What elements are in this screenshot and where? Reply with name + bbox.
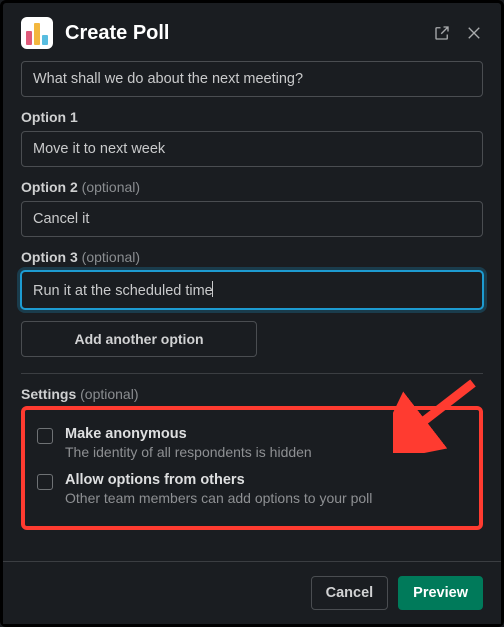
option-label: Option 3 (optional) [21,249,483,265]
option-field: Option 2 (optional) Cancel it [21,179,483,237]
option-label: Option 1 [21,109,483,125]
add-option-button[interactable]: Add another option [21,321,257,357]
open-external-icon[interactable] [433,24,451,42]
dialog-header: Create Poll [3,3,501,61]
close-icon[interactable] [465,24,483,42]
option-input[interactable]: Run it at the scheduled time [21,271,483,309]
setting-title: Make anonymous [65,426,312,442]
option-field: Option 3 (optional) Run it at the schedul… [21,249,483,309]
setting-desc: Other team members can add options to yo… [65,490,372,506]
setting-desc: The identity of all respondents is hidde… [65,444,312,460]
option-label: Option 2 (optional) [21,179,483,195]
question-field: What shall we do about the next meeting? [21,61,483,97]
dialog-footer: Cancel Preview [3,561,501,624]
question-input[interactable]: What shall we do about the next meeting? [21,61,483,97]
setting-checkbox[interactable] [37,474,53,490]
settings-label: Settings (optional) [21,386,483,402]
setting-row: Make anonymous The identity of all respon… [37,420,467,466]
setting-row: Allow options from others Other team memb… [37,466,467,512]
setting-checkbox[interactable] [37,428,53,444]
cancel-button[interactable]: Cancel [311,576,389,610]
settings-highlight-box: Make anonymous The identity of all respon… [21,406,483,530]
dialog-title: Create Poll [65,22,433,45]
poll-app-icon [21,17,53,49]
option-field: Option 1 Move it to next week [21,109,483,167]
preview-button[interactable]: Preview [398,576,483,610]
option-input[interactable]: Move it to next week [21,131,483,167]
option-input[interactable]: Cancel it [21,201,483,237]
divider [21,373,483,374]
setting-title: Allow options from others [65,472,372,488]
